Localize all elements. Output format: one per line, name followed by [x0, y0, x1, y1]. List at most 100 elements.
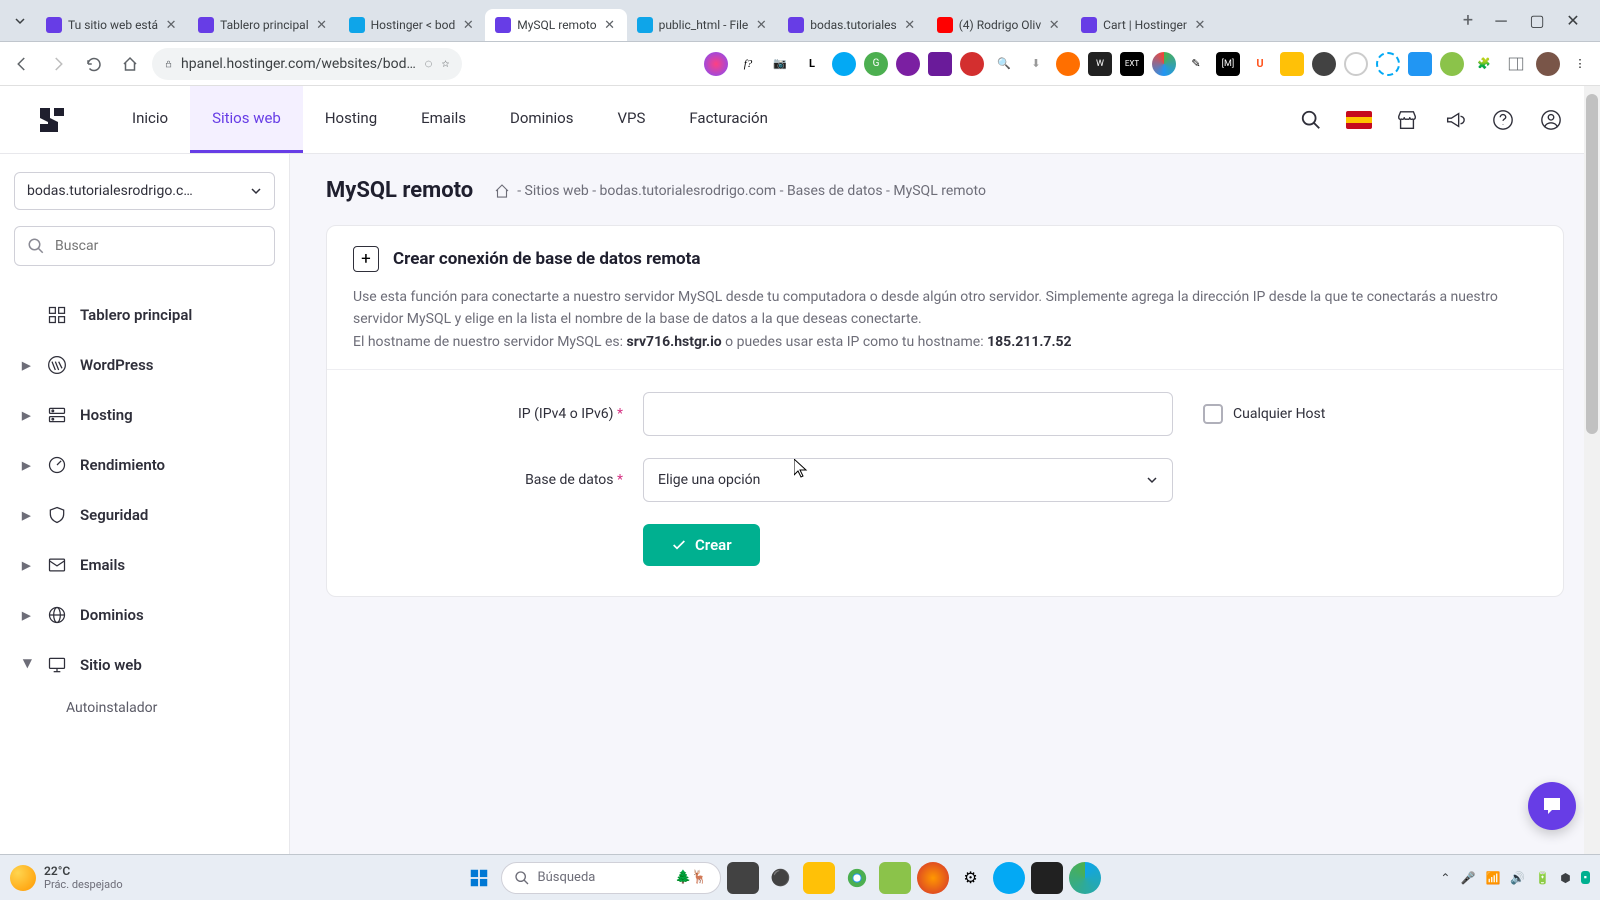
sidebar-item[interactable]: Tablero principal [14, 290, 275, 340]
extension-icon[interactable] [960, 52, 984, 76]
scrollbar[interactable] [1584, 86, 1600, 854]
close-window-button[interactable]: ✕ [1562, 10, 1584, 32]
extension-icon[interactable] [704, 52, 728, 76]
extension-icon[interactable] [1344, 52, 1368, 76]
new-tab-button[interactable]: + [1454, 7, 1482, 35]
browser-tab[interactable]: bodas.tutoriales✕ [778, 9, 926, 41]
announcements-icon[interactable] [1442, 107, 1468, 133]
taskbar-search[interactable]: Búsqueda 🌲🦌 [501, 862, 721, 894]
account-icon[interactable] [1538, 107, 1564, 133]
sidebar-subitem[interactable]: Autoinstalador [14, 690, 275, 726]
browser-tab[interactable]: Tu sitio web está✕ [36, 9, 188, 41]
browser-tab[interactable]: MySQL remoto✕ [485, 9, 626, 41]
translate-icon[interactable] [424, 56, 433, 72]
any-host-checkbox[interactable]: Cualquier Host [1203, 404, 1325, 424]
system-tray[interactable]: ⌃ 🎤 📶 🔊 🔋 ⬢ ▪ [1440, 871, 1590, 885]
create-button[interactable]: Crear [643, 524, 760, 566]
tray-item[interactable]: ▪ [1581, 871, 1590, 884]
maximize-button[interactable]: ▢ [1526, 10, 1548, 32]
sidebar-item[interactable]: ▶Seguridad [14, 490, 275, 540]
marketplace-icon[interactable] [1394, 107, 1420, 133]
ip-input[interactable] [643, 392, 1173, 436]
sidebar-item[interactable]: ▶Emails [14, 540, 275, 590]
tab-close-icon[interactable]: ✕ [603, 18, 617, 32]
extension-icon[interactable]: 🔍 [992, 52, 1016, 76]
sidebar-item[interactable]: ▶Dominios [14, 590, 275, 640]
browser-tab[interactable]: public_html - File✕ [627, 9, 779, 41]
chrome-menu-button[interactable]: ⋮ [1568, 52, 1592, 76]
sidebar-item[interactable]: ▶WordPress [14, 340, 275, 390]
extension-icon[interactable] [1056, 52, 1080, 76]
nav-item[interactable]: Hosting [303, 86, 399, 153]
tray-item[interactable]: ⬢ [1560, 871, 1570, 885]
taskbar-app-chrome[interactable] [841, 862, 873, 894]
tab-close-icon[interactable]: ✕ [1047, 18, 1061, 32]
extension-icon[interactable]: U [1248, 52, 1272, 76]
sidebar-search[interactable] [14, 226, 275, 266]
nav-item[interactable]: VPS [595, 86, 667, 153]
taskbar-app-settings[interactable]: ⚙ [955, 862, 987, 894]
tray-mic-icon[interactable]: 🎤 [1460, 871, 1475, 885]
reload-button[interactable] [80, 50, 108, 78]
search-icon[interactable] [1298, 107, 1324, 133]
extension-icon[interactable] [1312, 52, 1336, 76]
tab-close-icon[interactable]: ✕ [903, 18, 917, 32]
extension-icon[interactable]: L [800, 52, 824, 76]
taskbar-app-firefox[interactable] [917, 862, 949, 894]
extension-icon[interactable]: 📷 [768, 52, 792, 76]
tray-wifi-icon[interactable]: 📶 [1485, 871, 1500, 885]
minimize-button[interactable]: ─ [1490, 10, 1512, 32]
browser-tab[interactable]: Hostinger < bod✕ [339, 9, 486, 41]
browser-tab[interactable]: Tablero principal✕ [188, 9, 339, 41]
tab-dropdown-button[interactable] [8, 9, 32, 33]
extensions-menu-icon[interactable]: 🧩 [1472, 52, 1496, 76]
sidebar-search-input[interactable] [55, 238, 262, 254]
taskbar-app[interactable] [879, 862, 911, 894]
tab-close-icon[interactable]: ✕ [315, 18, 329, 32]
tray-chevron-icon[interactable]: ⌃ [1440, 871, 1450, 885]
database-select[interactable]: Elige una opción [643, 458, 1173, 502]
nav-item[interactable]: Dominios [488, 86, 595, 153]
taskbar-app[interactable] [993, 862, 1025, 894]
chat-widget[interactable] [1528, 782, 1576, 830]
hostinger-logo[interactable] [36, 104, 68, 136]
extension-icon[interactable] [928, 52, 952, 76]
bookmark-star-icon[interactable] [441, 56, 450, 72]
extension-icon[interactable] [1408, 52, 1432, 76]
site-info-icon[interactable] [164, 56, 173, 72]
nav-item[interactable]: Facturación [667, 86, 790, 153]
taskbar-app-edge[interactable] [1069, 862, 1101, 894]
extension-icon[interactable]: f? [736, 52, 760, 76]
nav-item[interactable]: Inicio [110, 86, 190, 153]
forward-button[interactable] [44, 50, 72, 78]
extension-icon[interactable]: EXT [1120, 52, 1144, 76]
tab-close-icon[interactable]: ✕ [461, 18, 475, 32]
tab-close-icon[interactable]: ✕ [754, 18, 768, 32]
start-button[interactable] [463, 862, 495, 894]
help-icon[interactable] [1490, 107, 1516, 133]
breadcrumb[interactable]: - Sitios web - bodas.tutorialesrodrigo.c… [493, 182, 986, 200]
taskbar-app-explorer[interactable] [803, 862, 835, 894]
extension-icon[interactable] [1280, 52, 1304, 76]
weather-widget[interactable]: 22°C Prác. despejado [10, 864, 123, 891]
side-panel-button[interactable] [1504, 52, 1528, 76]
browser-tab[interactable]: (4) Rodrigo Oliv✕ [927, 9, 1071, 41]
back-button[interactable] [8, 50, 36, 78]
home-icon[interactable] [493, 182, 511, 200]
extension-icon[interactable] [896, 52, 920, 76]
extension-icon[interactable]: ⬇ [1024, 52, 1048, 76]
sidebar-item[interactable]: ▶Hosting [14, 390, 275, 440]
home-button[interactable] [116, 50, 144, 78]
tray-battery-icon[interactable]: 🔋 [1535, 871, 1550, 885]
tab-close-icon[interactable]: ✕ [1193, 18, 1207, 32]
profile-avatar[interactable] [1536, 52, 1560, 76]
site-selector[interactable]: bodas.tutorialesrodrigo.c… [14, 172, 275, 210]
sidebar-item[interactable]: ▶Rendimiento [14, 440, 275, 490]
taskbar-app[interactable]: ⚫ [765, 862, 797, 894]
extension-icon[interactable]: W [1088, 52, 1112, 76]
extension-icon[interactable] [1440, 52, 1464, 76]
taskbar-app[interactable] [1031, 862, 1063, 894]
extension-icon[interactable] [1376, 52, 1400, 76]
extension-icon[interactable]: ✎ [1184, 52, 1208, 76]
address-input[interactable]: hpanel.hostinger.com/websites/bod… [152, 48, 462, 80]
